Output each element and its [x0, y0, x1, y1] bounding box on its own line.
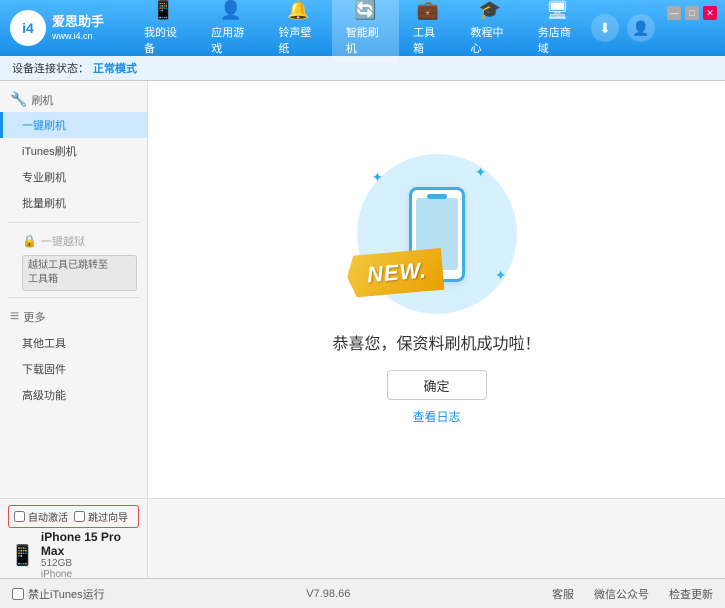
ringtone-icon: 🔔: [287, 0, 309, 21]
phone-notch: [427, 194, 447, 199]
smart-flash-icon: 🔄: [354, 0, 376, 21]
tab-ringtone[interactable]: 🔔 铃声壁纸: [265, 0, 332, 62]
content-area: ✦ ✦ ✦ NEW. 恭喜您，保资料刷机成功啦！ 确定 查看日志: [148, 81, 725, 498]
confirm-button[interactable]: 确定: [387, 370, 487, 400]
logo: i4 爱思助手 www.i4.cn: [10, 10, 130, 46]
sidebar-section-flash: 🔧 刷机: [0, 87, 147, 112]
logo-text: 爱思助手 www.i4.cn: [52, 14, 104, 43]
device-info: 📱 iPhone 15 Pro Max 512GB iPhone: [8, 528, 139, 582]
sidebar-item-jailbreak-disabled: 🔒 一键越狱: [0, 229, 147, 253]
sidebar-section-more: ≡ 更多: [0, 304, 147, 330]
skip-wizard-checkbox[interactable]: 跳过向导: [74, 509, 128, 524]
view-log-link[interactable]: 查看日志: [412, 408, 460, 425]
footer: 禁止iTunes运行 V7.98.66 客服 微信公众号 检查更新: [0, 578, 725, 608]
device-type: iPhone: [41, 569, 137, 580]
sidebar-item-pro-flash[interactable]: 专业刷机: [0, 164, 147, 190]
device-icon: 📱: [10, 543, 35, 568]
sidebar-jailbreak-note: 越狱工具已跳转至 工具箱: [22, 255, 137, 291]
success-message: 恭喜您，保资料刷机成功啦！: [332, 330, 540, 354]
toolbox-icon: 💼: [417, 0, 439, 21]
logo-icon: i4: [10, 10, 46, 46]
sidebar-item-other-tools[interactable]: 其他工具: [0, 330, 147, 356]
sidebar-item-one-key-flash[interactable]: 一键刷机: [0, 112, 147, 138]
sidebar: 🔧 刷机 一键刷机 iTunes刷机 专业刷机 批量刷机 🔒 一键越狱 越狱工具…: [0, 81, 148, 498]
maximize-button[interactable]: □: [685, 6, 699, 20]
phone-illustration: ✦ ✦ ✦ NEW.: [357, 154, 517, 314]
sidebar-item-download-firmware[interactable]: 下载固件: [0, 356, 147, 382]
apps-icon: 👤: [220, 0, 242, 21]
my-device-icon: 📱: [152, 0, 174, 21]
more-section-icon: ≡: [10, 308, 19, 326]
footer-customer-service[interactable]: 客服: [552, 586, 574, 602]
sparkle-icon-1: ✦: [372, 169, 384, 186]
minimize-button[interactable]: —: [667, 6, 681, 20]
header-actions: ⬇ 👤: [591, 14, 655, 42]
footer-check-update[interactable]: 检查更新: [669, 586, 713, 602]
auto-activate-checkbox[interactable]: 自动激活: [14, 509, 68, 524]
tab-my-device[interactable]: 📱 我的设备: [130, 0, 197, 62]
device-storage: 512GB: [41, 558, 137, 569]
itunes-checkbox[interactable]: 禁止iTunes运行: [12, 586, 105, 602]
service-icon: 🖥: [546, 0, 569, 21]
device-panel: 自动激活 跳过向导 📱 iPhone 15 Pro Max 512GB iPho…: [0, 499, 148, 578]
main-layout: 🔧 刷机 一键刷机 iTunes刷机 专业刷机 批量刷机 🔒 一键越狱 越狱工具…: [0, 81, 725, 498]
tutorial-icon: 🎓: [479, 0, 501, 21]
sparkle-icon-2: ✦: [475, 164, 487, 181]
tab-apps-games[interactable]: 👤 应用游戏: [197, 0, 264, 62]
device-name: iPhone 15 Pro Max: [41, 530, 137, 558]
bottom-area: 自动激活 跳过向导 📱 iPhone 15 Pro Max 512GB iPho…: [0, 498, 725, 578]
phone-circle-bg: ✦ ✦ ✦ NEW.: [357, 154, 517, 314]
new-badge: NEW.: [345, 248, 444, 298]
nav-tabs: 📱 我的设备 👤 应用游戏 🔔 铃声壁纸 🔄 智能刷机 💼 工具箱 🎓: [130, 0, 591, 62]
sidebar-item-advanced[interactable]: 高级功能: [0, 382, 147, 408]
sidebar-item-itunes-flash[interactable]: iTunes刷机: [0, 138, 147, 164]
sidebar-divider-2: [8, 297, 139, 298]
itunes-checkbox-input[interactable]: [12, 588, 24, 600]
tab-service[interactable]: 🖥 务店商域: [524, 0, 591, 62]
tab-toolbox[interactable]: 💼 工具箱: [399, 0, 456, 62]
footer-wechat-link[interactable]: 微信公众号: [594, 586, 649, 602]
close-button[interactable]: ✕: [703, 6, 717, 20]
checkboxes-row: 自动激活 跳过向导: [8, 505, 139, 528]
sidebar-item-batch-flash[interactable]: 批量刷机: [0, 190, 147, 216]
sparkle-icon-3: ✦: [495, 267, 507, 284]
tab-tutorial[interactable]: 🎓 教程中心: [456, 0, 523, 62]
tab-smart-flash[interactable]: 🔄 智能刷机: [332, 0, 399, 62]
flash-section-icon: 🔧: [10, 91, 27, 108]
device-details: iPhone 15 Pro Max 512GB iPhone: [41, 530, 137, 580]
user-button[interactable]: 👤: [627, 14, 655, 42]
download-button[interactable]: ⬇: [591, 14, 619, 42]
sidebar-divider-1: [8, 222, 139, 223]
app-header: i4 爱思助手 www.i4.cn 📱 我的设备 👤 应用游戏 🔔 铃声壁纸 🔄…: [0, 0, 725, 56]
footer-version: V7.98.66: [306, 588, 350, 600]
